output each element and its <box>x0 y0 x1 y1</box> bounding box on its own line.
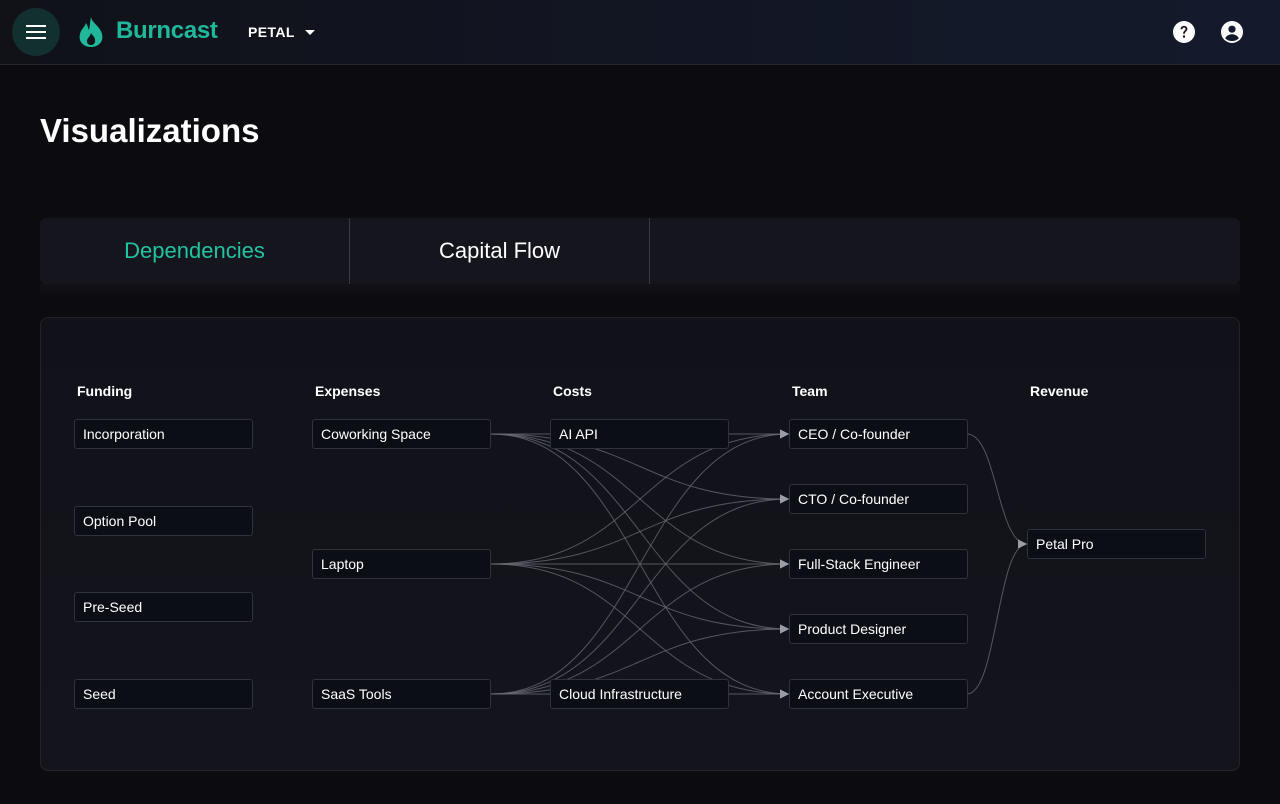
node-product-designer[interactable]: Product Designer <box>789 614 968 644</box>
node-petal-pro[interactable]: Petal Pro <box>1027 529 1206 559</box>
node-account-executive[interactable]: Account Executive <box>789 679 968 709</box>
node-option-pool[interactable]: Option Pool <box>74 506 253 536</box>
node-incorporation[interactable]: Incorporation <box>74 419 253 449</box>
column-title-expenses: Expenses <box>315 383 381 399</box>
caret-down-icon <box>304 29 315 35</box>
node-cloud-infrastructure[interactable]: Cloud Infrastructure <box>550 679 729 709</box>
node-laptop[interactable]: Laptop <box>312 549 491 579</box>
page-title: Visualizations <box>40 112 260 149</box>
menu-icon <box>26 25 46 39</box>
flame-logo-icon <box>79 17 103 47</box>
node-saas-tools[interactable]: SaaS Tools <box>312 679 491 709</box>
node-pre-seed[interactable]: Pre-Seed <box>74 592 253 622</box>
node-ceo-co-founder[interactable]: CEO / Co-founder <box>789 419 968 449</box>
node-coworking-space[interactable]: Coworking Space <box>312 419 491 449</box>
brand-name[interactable]: Burncast <box>116 17 218 45</box>
tab-divider <box>40 284 1240 298</box>
node-cto-co-founder[interactable]: CTO / Co-founder <box>789 484 968 514</box>
account-icon[interactable] <box>1220 20 1244 44</box>
column-title-team: Team <box>792 383 828 399</box>
node-full-stack-engineer[interactable]: Full-Stack Engineer <box>789 549 968 579</box>
tab-bar: Dependencies Capital Flow <box>40 218 1240 284</box>
node-seed[interactable]: Seed <box>74 679 253 709</box>
org-name: PETAL <box>248 24 295 40</box>
node-ai-api[interactable]: AI API <box>550 419 729 449</box>
column-title-costs: Costs <box>553 383 592 399</box>
column-title-revenue: Revenue <box>1030 383 1089 399</box>
org-selector[interactable]: PETAL <box>248 24 315 40</box>
tab-dependencies[interactable]: Dependencies <box>40 218 350 284</box>
menu-button[interactable] <box>12 8 60 56</box>
column-title-funding: Funding <box>77 383 133 399</box>
top-bar: Burncast PETAL <box>0 0 1280 65</box>
tab-capital-flow[interactable]: Capital Flow <box>350 218 650 284</box>
help-icon[interactable] <box>1172 20 1196 44</box>
